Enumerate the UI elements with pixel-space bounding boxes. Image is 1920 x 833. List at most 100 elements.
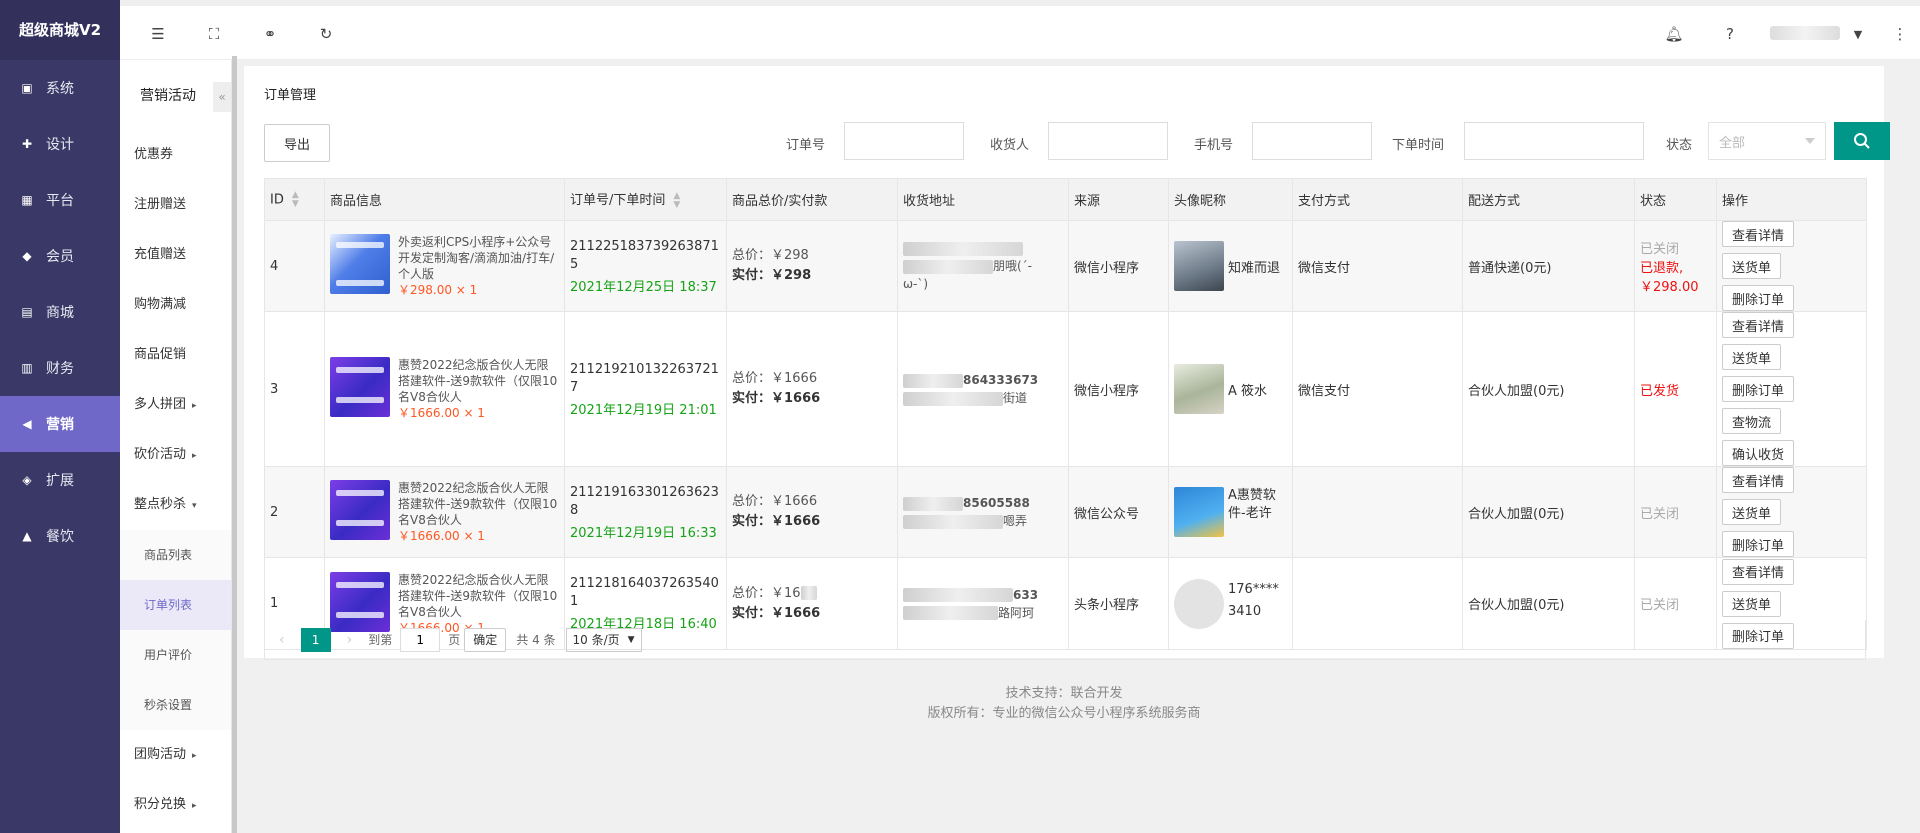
- submenu-item-bargain[interactable]: 砍价活动 ▸: [120, 430, 231, 480]
- col-header[interactable]: 订单号/下单时间 ▲ ▼: [564, 178, 727, 221]
- product-thumbnail[interactable]: [330, 480, 390, 540]
- submenu-item-team-buy[interactable]: 团购活动 ▸: [120, 730, 231, 780]
- nav-label: 平台: [46, 193, 74, 209]
- submenu-child-product-list[interactable]: 商品列表: [120, 530, 231, 580]
- view-detail-button[interactable]: 查看详情: [1722, 221, 1795, 247]
- sort-icon[interactable]: ▲ ▼: [673, 191, 680, 210]
- refresh-icon[interactable]: ↻: [312, 20, 340, 48]
- caret-right-icon: ▸: [192, 401, 197, 411]
- submenu-item-coupon[interactable]: 优惠券: [120, 130, 231, 180]
- main-panel: 订单管理 导出 订单号 收货人 手机号 下单时间 状态 全部 ID ▲ ▼ 商品…: [244, 66, 1890, 660]
- submenu-item-promotion[interactable]: 商品促销: [120, 330, 231, 380]
- marketing-submenu: 营销活动 « 优惠券 注册赠送 充值赠送 购物满减 商品促销 多人拼团 ▸ 砍价活…: [120, 60, 232, 833]
- paid-amount: ￥1666: [771, 514, 821, 529]
- sort-icon[interactable]: ▲ ▼: [292, 190, 299, 209]
- col-header[interactable]: ID ▲ ▼: [264, 178, 325, 221]
- submenu-item-flash-sale[interactable]: 整点秒杀 ▾: [120, 480, 231, 530]
- nav-item-dining[interactable]: ▲ 餐饮: [0, 508, 120, 564]
- submenu-child-reviews[interactable]: 用户评价: [120, 630, 231, 680]
- cell-pay: 微信支付: [1292, 311, 1463, 467]
- cell-order: 2112191633012636238 2021年12月19日 16:33: [564, 466, 727, 558]
- nav-item-shop[interactable]: ▤ 商城: [0, 284, 120, 340]
- submenu-label: 商品促销: [134, 347, 187, 362]
- submenu-item-full-reduction[interactable]: 购物满减: [120, 280, 231, 330]
- goto-confirm-button[interactable]: 确定: [464, 627, 507, 652]
- order-number: 2112192101322637217: [570, 361, 719, 395]
- status-select-value: 全部: [1719, 135, 1746, 151]
- chevron-down-icon[interactable]: ▼: [1844, 20, 1872, 48]
- bell-icon[interactable]: 🔔︎: [1660, 20, 1688, 48]
- view-detail-button[interactable]: 查看详情: [1722, 312, 1795, 338]
- link-icon[interactable]: ⚭: [256, 20, 284, 48]
- delivery-note-button[interactable]: 送货单: [1722, 344, 1782, 370]
- address-redacted: [903, 241, 1023, 256]
- cell-address: 85605588 嗯弄: [897, 466, 1069, 558]
- cell-amount: 总价：￥1666 实付：￥1666: [726, 466, 898, 558]
- confirm-receipt-button[interactable]: 确认收货: [1722, 440, 1795, 466]
- track-logistics-button[interactable]: 查物流: [1722, 408, 1782, 434]
- collapse-icon[interactable]: «: [213, 82, 231, 112]
- col-header-label: 订单号/下单时间: [570, 193, 666, 209]
- fullscreen-icon[interactable]: ⛶: [200, 20, 228, 48]
- delivery-note-button[interactable]: 送货单: [1722, 590, 1782, 617]
- address-redacted: [903, 496, 963, 511]
- page-number-current[interactable]: 1: [300, 627, 331, 652]
- view-detail-button[interactable]: 查看详情: [1722, 467, 1795, 493]
- order-time: 2021年12月19日 21:01: [570, 402, 717, 418]
- order-no-input[interactable]: [844, 122, 964, 160]
- submenu-item-points-exchange[interactable]: 积分兑换 ▸: [120, 780, 231, 830]
- address-redacted: [903, 514, 1003, 529]
- delete-order-button[interactable]: 删除订单: [1722, 285, 1795, 311]
- nav-item-extension[interactable]: ◈ 扩展: [0, 452, 120, 508]
- user-name[interactable]: [1770, 26, 1840, 40]
- caret-right-icon: ▸: [192, 451, 197, 461]
- nav-item-design[interactable]: ✚ 设计: [0, 116, 120, 172]
- goods-title[interactable]: 惠赞2022纪念版合伙人无限搭建软件-送9款软件（仅限10名V8合伙人: [398, 572, 559, 620]
- receiver-input[interactable]: [1048, 122, 1168, 160]
- nav-item-finance[interactable]: ▥ 财务: [0, 340, 120, 396]
- goods-title[interactable]: 惠赞2022纪念版合伙人无限搭建软件-送9款软件（仅限10名V8合伙人: [398, 480, 559, 528]
- submenu-item-group-buy[interactable]: 多人拼团 ▸: [120, 380, 231, 430]
- nav-item-member[interactable]: ◆ 会员: [0, 228, 120, 284]
- goods-title[interactable]: 外卖返利CPS小程序+公众号开发定制淘客/滴滴加油/打车/个人版: [398, 234, 559, 282]
- more-vertical-icon[interactable]: ⋮: [1886, 20, 1914, 48]
- product-thumbnail[interactable]: [330, 357, 390, 417]
- nav-item-marketing[interactable]: ◀ 营销: [0, 396, 120, 452]
- submenu-scrollbar[interactable]: [232, 56, 237, 833]
- address-redacted: [903, 606, 998, 620]
- delivery-note-button[interactable]: 送货单: [1722, 499, 1782, 525]
- menu-toggle-icon[interactable]: ☰: [144, 20, 172, 48]
- submenu-child-order-list[interactable]: 订单列表: [120, 580, 231, 630]
- address-redacted: [903, 373, 963, 388]
- delivery-note-button[interactable]: 送货单: [1722, 253, 1782, 279]
- status-badge: 已发货: [1640, 383, 1680, 399]
- col-header: 配送方式: [1462, 178, 1635, 221]
- delete-order-button[interactable]: 删除订单: [1722, 376, 1795, 402]
- nav-label: 营销: [46, 417, 74, 433]
- nav-item-system[interactable]: ▣ 系统: [0, 60, 120, 116]
- submenu-child-settings[interactable]: 秒杀设置: [120, 680, 231, 730]
- view-detail-button[interactable]: 查看详情: [1722, 558, 1795, 585]
- prev-page-icon[interactable]: ‹: [279, 632, 285, 648]
- next-page-icon[interactable]: ›: [347, 632, 353, 648]
- delete-order-button[interactable]: 删除订单: [1722, 531, 1795, 557]
- goto-page-input[interactable]: [400, 627, 441, 652]
- goods-title[interactable]: 惠赞2022纪念版合伙人无限搭建软件-送9款软件（仅限10名V8合伙人: [398, 357, 559, 405]
- page-size-value: 10 条/页: [572, 633, 620, 647]
- receiver-label: 收货人: [990, 138, 1030, 153]
- page-size-select[interactable]: 10 条/页 ▼: [565, 627, 642, 652]
- submenu-item-register-gift[interactable]: 注册赠送: [120, 180, 231, 230]
- order-time-input[interactable]: [1464, 122, 1644, 160]
- address-tail: 朋哦(´-: [993, 259, 1033, 273]
- help-icon[interactable]: ?: [1716, 20, 1744, 48]
- total-prefix: 总价：: [732, 585, 772, 601]
- status-select[interactable]: 全部: [1708, 122, 1826, 160]
- page-unit-label: 页: [448, 633, 461, 647]
- cell-status: 已关闭 已退款, ￥298.00: [1634, 220, 1717, 312]
- product-thumbnail[interactable]: [330, 234, 390, 294]
- submenu-item-recharge-gift[interactable]: 充值赠送: [120, 230, 231, 280]
- phone-input[interactable]: [1252, 122, 1372, 160]
- export-button[interactable]: 导出: [264, 124, 330, 162]
- nav-item-platform[interactable]: ▦ 平台: [0, 172, 120, 228]
- search-button[interactable]: [1834, 122, 1890, 160]
